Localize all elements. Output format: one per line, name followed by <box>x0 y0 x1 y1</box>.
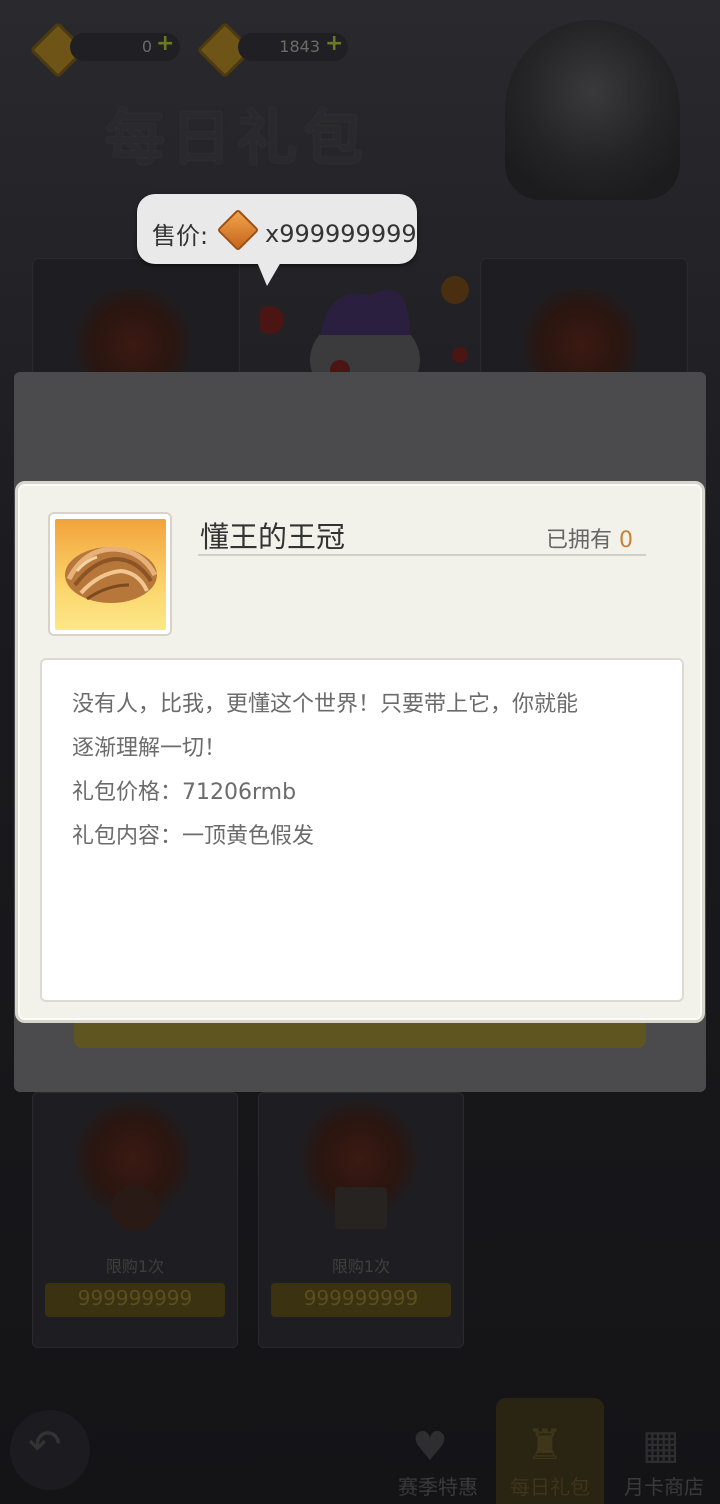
item-detail-dialog: 懂王的王冠 已拥有 0 没有人，比我，更懂这个世界！只要带上它，你就能 逐渐理解… <box>15 481 705 1023</box>
purchase-limit-label: 限购1次 <box>105 1257 165 1276</box>
diamond-icon <box>216 208 260 252</box>
purchase-limit-label: 限购1次 <box>331 1257 391 1276</box>
gift-price-line: 礼包价格：71206rmb <box>72 780 297 805</box>
item-icon-background <box>55 519 166 630</box>
description-line: 逐渐理解一切！ <box>72 736 227 761</box>
item-name: 懂王的王冠 <box>200 520 346 554</box>
owned-label: 已拥有 <box>546 528 613 553</box>
item-thumbnail <box>335 1187 387 1229</box>
owned-count: 已拥有 0 <box>546 522 633 554</box>
add-diamond-button[interactable]: + <box>325 33 345 55</box>
back-arrow-icon: ↶ <box>28 1422 62 1468</box>
tab-daily-gift[interactable]: ♜ 每日礼包 <box>496 1398 604 1504</box>
gift-card[interactable]: 限购1次 999999999 <box>258 1092 464 1348</box>
tab-monthly-card-shop[interactable]: ▦ 月卡商店 <box>610 1398 718 1504</box>
wig-icon <box>65 546 158 603</box>
item-icon-frame <box>48 512 172 636</box>
price-tooltip: 售价: x999999999 <box>137 194 417 286</box>
heart-gift-icon: ♥ <box>412 1424 448 1470</box>
title-divider <box>198 554 646 556</box>
add-gold-button[interactable]: + <box>156 33 176 55</box>
bag-icon: ♜ <box>526 1420 564 1469</box>
gift-card[interactable]: 限购1次 999999999 <box>32 1092 238 1348</box>
item-thumbnail <box>111 1185 159 1231</box>
tab-season-deals[interactable]: ♥ 赛季特惠 <box>384 1398 492 1504</box>
page-title: 每日礼包 <box>105 104 369 174</box>
item-description-box: 没有人，比我，更懂这个世界！只要带上它，你就能 逐渐理解一切！ 礼包价格：712… <box>40 658 684 1002</box>
character-portrait <box>505 20 680 200</box>
gift-content-line: 礼包内容：一顶黄色假发 <box>72 824 315 849</box>
price-label: 售价: <box>152 222 209 250</box>
owned-number: 0 <box>619 528 634 553</box>
price-value: x999999999 <box>265 220 417 248</box>
description-line: 没有人，比我，更懂这个世界！只要带上它，你就能 <box>72 692 579 717</box>
card-price-button[interactable]: 999999999 <box>271 1283 451 1317</box>
card-icon: ▦ <box>642 1422 680 1468</box>
card-price-button[interactable]: 999999999 <box>45 1283 225 1317</box>
back-button[interactable]: ↶ <box>10 1410 90 1490</box>
